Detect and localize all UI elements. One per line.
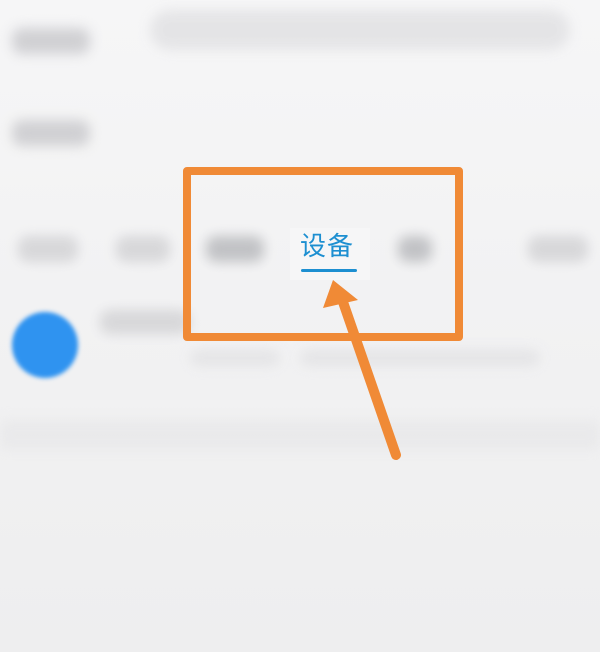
list-item-meta-blurred-2 [300,350,540,366]
blurred-top-area [150,10,570,50]
annotation-highlight-box [183,167,463,341]
avatar[interactable] [12,312,78,378]
tab-blurred-1[interactable] [18,236,78,262]
tab-blurred-5[interactable] [528,236,588,262]
tab-blurred-2[interactable] [116,236,170,262]
list-item-title-blurred [100,310,190,334]
list-item-meta-blurred-1 [190,350,280,366]
blurred-header-text-1 [12,28,90,54]
blurred-header-text-2 [12,120,90,146]
app-screen: 设备 [0,0,600,652]
list-divider-blurred [0,420,600,450]
